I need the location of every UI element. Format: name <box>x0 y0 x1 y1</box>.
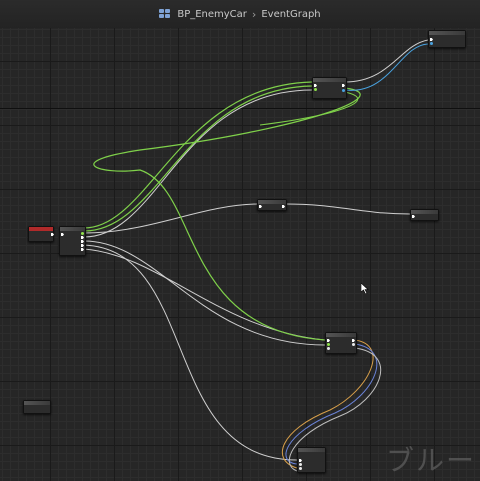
input-pin-b[interactable] <box>299 467 302 470</box>
mid-function-node[interactable] <box>257 199 287 211</box>
blueprint-icon <box>159 9 171 19</box>
chevron-right-icon: › <box>251 7 257 21</box>
mouse-cursor-icon <box>361 283 369 294</box>
object-out-pin[interactable] <box>81 232 84 235</box>
watermark-text: ブルー <box>385 444 476 477</box>
right-function-node[interactable] <box>410 209 439 221</box>
wire-exec-2 <box>284 203 411 215</box>
value-pin[interactable] <box>430 42 433 45</box>
sequence-node[interactable] <box>59 226 86 256</box>
set-node[interactable] <box>428 30 466 48</box>
lone-node[interactable] <box>23 400 51 414</box>
output-pin[interactable] <box>352 343 355 346</box>
wire-loop-blue <box>285 343 378 465</box>
input-pin-a[interactable] <box>299 463 302 466</box>
wire-exec-6 <box>83 248 326 341</box>
return-pin[interactable] <box>342 89 345 92</box>
wire-exec-5 <box>83 244 298 461</box>
lower-function-node[interactable] <box>325 332 357 354</box>
wire-exec-1 <box>83 203 258 234</box>
event-node[interactable] <box>28 226 54 242</box>
breadcrumb: BP_EnemyCar › EventGraph <box>0 0 480 28</box>
breadcrumb-graph[interactable]: EventGraph <box>261 9 320 20</box>
wire-blue-1 <box>344 43 429 91</box>
wire-green-3 <box>93 87 361 341</box>
top-function-node[interactable] <box>312 77 347 99</box>
bottom-function-node[interactable] <box>297 447 326 473</box>
wire-loop-orange <box>281 339 374 469</box>
exec-out-pin[interactable] <box>51 233 54 236</box>
input-pin[interactable] <box>327 347 330 350</box>
breadcrumb-blueprint[interactable]: BP_EnemyCar <box>177 9 247 20</box>
target-pin[interactable] <box>327 343 330 346</box>
target-pin[interactable] <box>314 88 317 91</box>
